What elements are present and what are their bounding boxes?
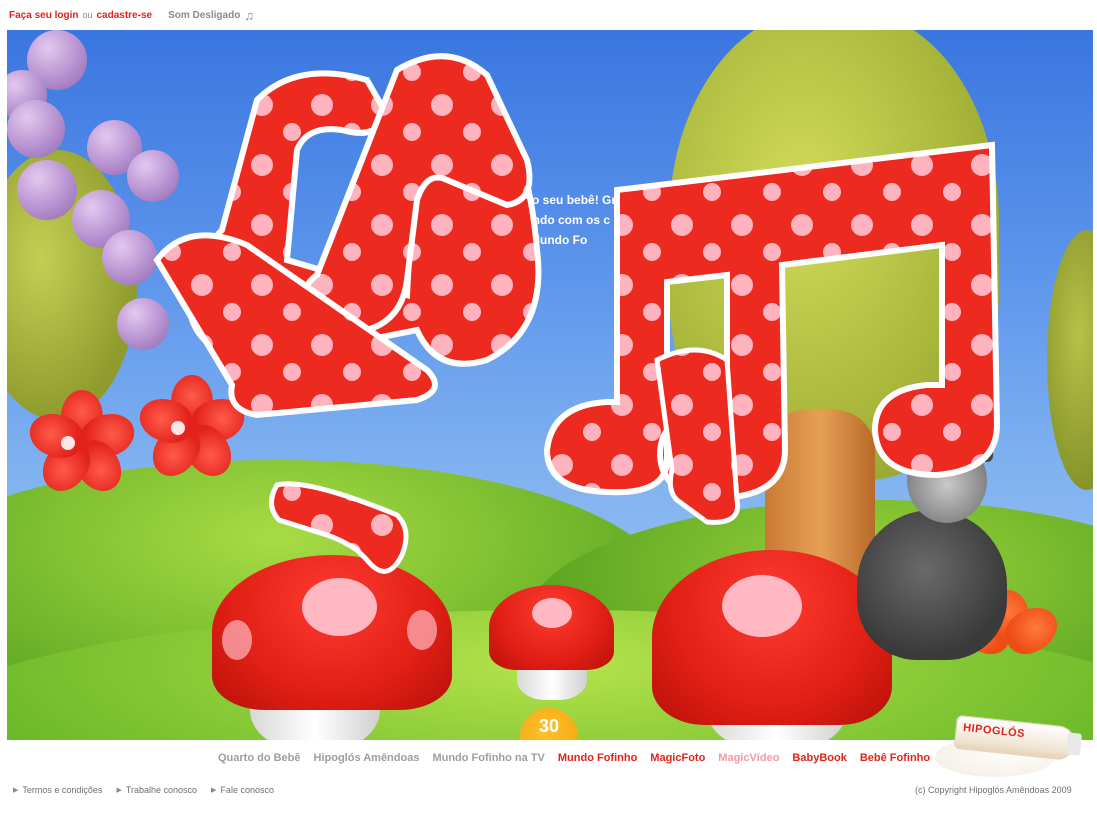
- jobs-link[interactable]: ▶ Trabalhe conosco: [116, 785, 197, 795]
- footer-nav: Quarto do Bebê Hipoglós Amêndoas Mundo F…: [0, 752, 1097, 768]
- nav-bebe-fofinho[interactable]: Bebê Fofinho: [860, 752, 930, 764]
- arrow-right-icon: ▶: [13, 787, 19, 794]
- top-bar: Faça seu login ou cadastre-se Som Deslig…: [0, 0, 1097, 30]
- arrow-right-icon: ▶: [116, 787, 122, 794]
- copyright-text: (c) Copyright Hipoglós Amêndoas 2009: [915, 785, 1072, 795]
- nav-quarto-do-bebe[interactable]: Quarto do Bebê: [218, 752, 301, 764]
- sound-label: Som Desligado: [168, 9, 241, 21]
- nav-magicfoto[interactable]: MagicFoto: [650, 752, 705, 764]
- double-note-icon: [543, 141, 1001, 502]
- contact-link[interactable]: ▶ Fale conosco: [211, 785, 274, 795]
- nav-mundo-fofinho-tv[interactable]: Mundo Fofinho na TV: [432, 752, 544, 764]
- arrow-right-icon: ▶: [211, 787, 217, 794]
- nav-mundo-fofinho[interactable]: Mundo Fofinho: [558, 752, 637, 764]
- music-note-icon: ♫: [244, 7, 255, 23]
- music-notes-animation: [153, 53, 1001, 574]
- ou-separator: ou: [82, 10, 93, 20]
- nav-babybook[interactable]: BabyBook: [792, 752, 846, 764]
- signup-link[interactable]: cadastre-se: [96, 10, 152, 21]
- login-link[interactable]: Faça seu login: [9, 10, 78, 21]
- sound-toggle[interactable]: Som Desligado ♫: [168, 9, 254, 22]
- contact-label: Fale conosco: [220, 785, 274, 795]
- flash-stage[interactable]: a é o seu bebê! Gra ncando com os c do M…: [7, 30, 1093, 740]
- terms-label: Termos e condições: [22, 785, 103, 795]
- tangled-note-icon: [153, 53, 542, 419]
- nav-hipoglos-amendoas[interactable]: Hipoglós Amêndoas: [314, 752, 420, 764]
- footer-links: ▶ Termos e condições ▶ Trabalhe conosco …: [13, 785, 274, 795]
- product-tube-image: HIPOGLÓS: [935, 714, 1085, 777]
- jobs-label: Trabalhe conosco: [125, 785, 198, 795]
- nav-magicvideo[interactable]: MagicVídeo: [718, 752, 779, 764]
- terms-link[interactable]: ▶ Termos e condições: [13, 785, 102, 795]
- tube-cap: [1065, 732, 1083, 756]
